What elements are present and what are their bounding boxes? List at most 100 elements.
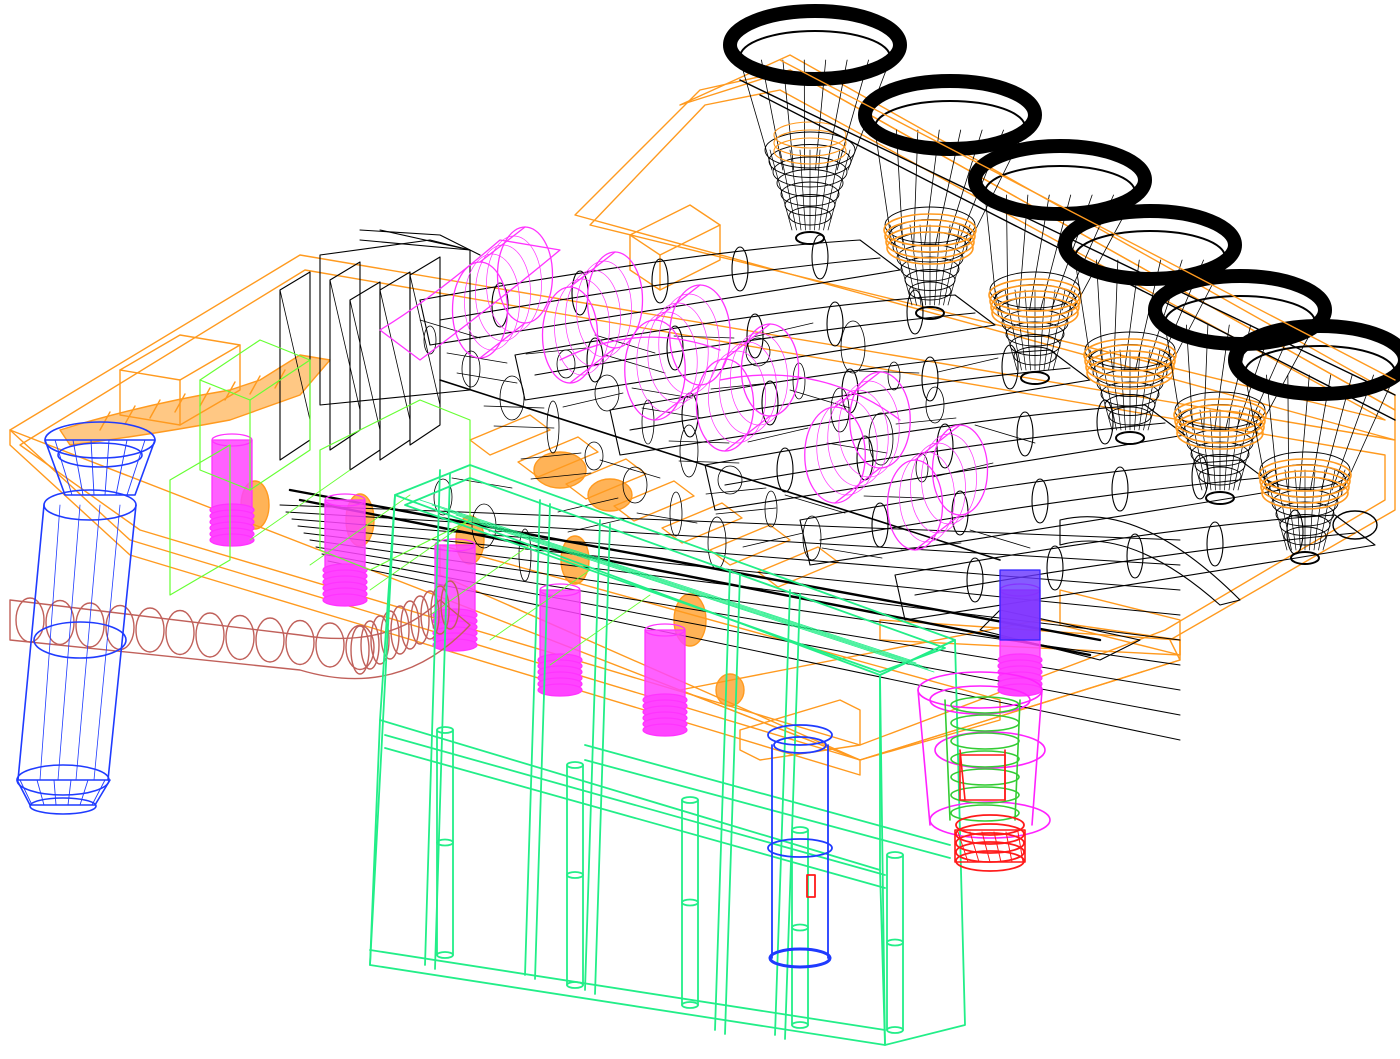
mast-frame	[409, 256, 441, 446]
cabinet-band	[384, 734, 886, 876]
detail-ring	[679, 424, 699, 478]
cage-top	[379, 229, 471, 251]
rcol-inner-ring	[950, 768, 1020, 786]
column-facet	[57, 504, 81, 781]
frame-duct	[59, 354, 331, 446]
cabinet-band	[584, 759, 951, 859]
mast-frame	[379, 271, 411, 461]
pipe-ring	[871, 502, 889, 548]
barrel-ring	[816, 398, 878, 496]
detail-ring	[641, 399, 655, 445]
detail-ring	[669, 491, 683, 537]
peg-base	[681, 1001, 699, 1009]
detail-ring	[707, 516, 727, 570]
peg-base	[566, 981, 584, 989]
barrel-ring	[658, 293, 720, 395]
rcol-red-ring	[955, 823, 1025, 845]
hose-ring	[135, 607, 165, 653]
hose-ring	[225, 614, 255, 661]
cage-rod	[359, 229, 481, 256]
mast-frame	[349, 281, 381, 471]
barrel-back	[695, 358, 755, 452]
hose-ring	[195, 612, 225, 658]
funnel-lip	[858, 74, 1042, 156]
mast-brace	[379, 289, 411, 421]
detail-line	[705, 487, 767, 495]
rcol-red-box	[959, 754, 1006, 801]
rod-band	[767, 838, 833, 858]
pipe-ring	[1206, 521, 1224, 567]
funnel-mesh-rib	[1109, 349, 1122, 431]
frame-bracket	[469, 414, 551, 456]
orange-frame	[9, 54, 1396, 776]
funnel-mesh-rib	[1199, 409, 1212, 491]
mast-brace	[409, 274, 441, 406]
pipe-ring	[1031, 478, 1049, 524]
hose-ring	[15, 597, 45, 643]
frame-foot-block	[739, 699, 861, 761]
mast-frame	[329, 261, 361, 451]
column-cone-rib	[115, 439, 128, 496]
column-side	[107, 504, 137, 781]
column-foot-bottom	[29, 797, 97, 815]
detail-ring	[546, 400, 560, 454]
funnel-nozzle	[795, 231, 825, 245]
rcol-inner-ring	[950, 804, 1020, 822]
rcol-inner-ring	[950, 732, 1020, 750]
barrel-end	[931, 424, 989, 516]
peg-mid	[681, 898, 699, 907]
frame-fitting	[715, 673, 745, 707]
peg-top	[566, 761, 584, 769]
peg-top	[436, 726, 454, 734]
rcol-side	[917, 689, 931, 826]
detail-line	[858, 370, 920, 374]
barrel-ring	[719, 341, 777, 435]
funnel-mesh-rib	[1024, 289, 1031, 371]
column-foot	[16, 779, 111, 806]
detail-line	[895, 417, 957, 425]
barrel-edge	[479, 322, 526, 359]
barrel-ring	[921, 433, 977, 525]
upper-cage	[319, 239, 471, 406]
peg-top	[791, 826, 809, 834]
detail-ring	[499, 375, 525, 421]
mast-brace	[349, 299, 381, 431]
rcol-red-ring	[955, 814, 1025, 836]
cad-viewport[interactable]	[0, 0, 1400, 1059]
detail-line	[483, 405, 545, 409]
detail-ring	[802, 515, 822, 561]
frame-box-1-edge	[659, 224, 721, 256]
detail-line	[784, 494, 846, 514]
rcol-band	[934, 731, 1046, 769]
barrel-end	[849, 371, 911, 469]
pipe-ring	[761, 380, 779, 426]
pipe-ring	[776, 447, 794, 493]
frame-front-slab	[439, 544, 1001, 761]
barrel-end	[669, 284, 731, 386]
cylinder-spring	[997, 683, 1043, 697]
rcol-red-hatch	[993, 831, 1002, 863]
frame-bracket	[757, 546, 839, 588]
brown-hose	[9, 580, 471, 680]
barrel-ring	[565, 269, 621, 367]
funnel-mesh-rib	[909, 224, 922, 306]
funnel-mesh-rib	[919, 224, 926, 306]
detail-line	[678, 460, 740, 464]
detail-line	[562, 392, 624, 408]
cabinet-band	[384, 747, 886, 889]
column-foot-rib	[53, 779, 57, 806]
cylinder-spring	[642, 723, 688, 737]
detail-line	[974, 424, 1036, 444]
rcol-inner-ring	[950, 714, 1020, 732]
funnel-rail-orange	[779, 59, 1396, 381]
column-foot-rib	[67, 779, 72, 806]
rcol-red-ring	[955, 832, 1025, 854]
hose-ring	[345, 624, 375, 671]
cylinder-body-blue	[999, 569, 1041, 641]
hose-ring	[165, 609, 195, 656]
rcol-red-hatch	[981, 831, 991, 863]
funnel-mesh-rib	[938, 224, 951, 306]
barrel-ring	[730, 332, 788, 426]
funnel-rail	[739, 79, 1396, 396]
pipe-ring	[1126, 533, 1144, 579]
